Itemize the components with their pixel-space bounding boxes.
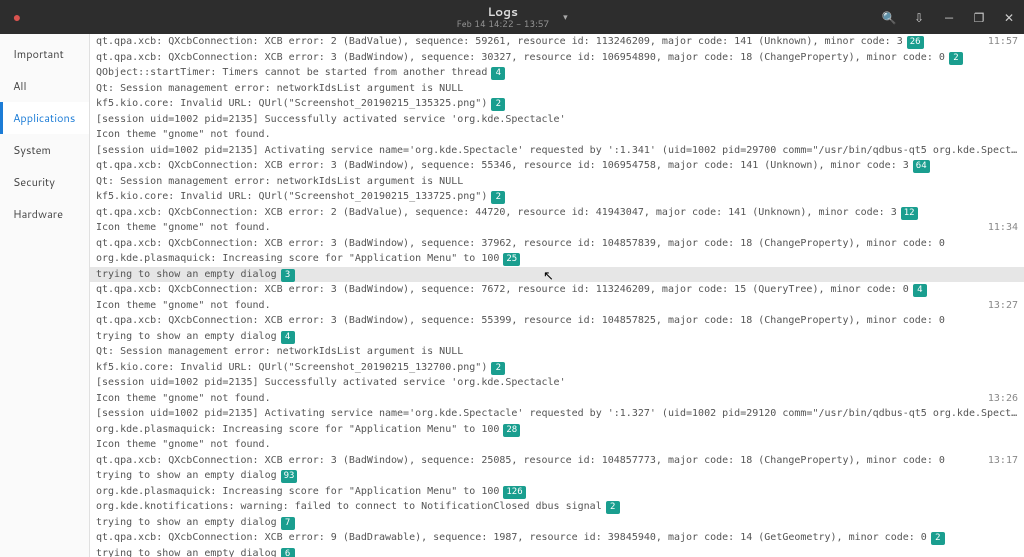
- log-line[interactable]: trying to show an empty dialog93: [90, 468, 1024, 484]
- log-line[interactable]: [session uid=1002 pid=2135] Successfully…: [90, 112, 1024, 128]
- log-line[interactable]: Icon theme "gnome" not found.: [90, 298, 1024, 314]
- count-badge: 3: [281, 269, 295, 282]
- maximize-button[interactable]: ❐: [964, 0, 994, 34]
- log-line[interactable]: trying to show an empty dialog6: [90, 546, 1024, 557]
- log-line[interactable]: Qt: Session management error: networkIds…: [90, 81, 1024, 97]
- log-line[interactable]: kf5.kio.core: Invalid URL: QUrl("Screens…: [90, 189, 1024, 205]
- count-badge: 28: [503, 424, 520, 437]
- log-line[interactable]: org.kde.plasmaquick: Increasing score fo…: [90, 251, 1024, 267]
- count-badge: 64: [913, 160, 930, 173]
- log-line[interactable]: Qt: Session management error: networkIds…: [90, 174, 1024, 190]
- count-badge: 4: [281, 331, 295, 344]
- log-line[interactable]: Icon theme "gnome" not found.: [90, 437, 1024, 453]
- timestamp-label: 11:34: [988, 220, 1018, 236]
- count-badge: 26: [907, 36, 924, 49]
- chevron-down-icon[interactable]: ▾: [563, 12, 568, 22]
- log-line[interactable]: [session uid=1002 pid=2135] Activating s…: [90, 406, 1024, 422]
- count-badge: 2: [949, 52, 963, 65]
- log-line[interactable]: qt.qpa.xcb: QXcbConnection: XCB error: 2…: [90, 205, 1024, 221]
- timestamp-label: 11:57: [988, 34, 1018, 50]
- count-badge: 2: [931, 532, 945, 545]
- count-badge: 2: [491, 362, 505, 375]
- timestamp-label: 13:17: [988, 453, 1018, 469]
- search-icon[interactable]: 🔍: [874, 0, 904, 34]
- timestamp-label: 13:26: [988, 391, 1018, 407]
- log-line[interactable]: qt.qpa.xcb: QXcbConnection: XCB error: 3…: [90, 236, 1024, 252]
- sidebar-item-all[interactable]: All: [0, 70, 89, 102]
- log-line[interactable]: Qt: Session management error: networkIds…: [90, 344, 1024, 360]
- log-line[interactable]: qt.qpa.xcb: QXcbConnection: XCB error: 3…: [90, 282, 1024, 298]
- log-line[interactable]: Icon theme "gnome" not found.: [90, 391, 1024, 407]
- log-line[interactable]: QObject::startTimer: Timers cannot be st…: [90, 65, 1024, 81]
- count-badge: 7: [281, 517, 295, 530]
- count-badge: 2: [491, 191, 505, 204]
- count-badge: 2: [606, 501, 620, 514]
- minimize-button[interactable]: —: [934, 0, 964, 34]
- sidebar-item-system[interactable]: System: [0, 134, 89, 166]
- log-line[interactable]: Icon theme "gnome" not found.: [90, 220, 1024, 236]
- count-badge: 25: [503, 253, 520, 266]
- count-badge: 2: [491, 98, 505, 111]
- log-line[interactable]: trying to show an empty dialog4: [90, 329, 1024, 345]
- save-icon[interactable]: ⇩: [904, 0, 934, 34]
- log-line[interactable]: qt.qpa.xcb: QXcbConnection: XCB error: 3…: [90, 158, 1024, 174]
- log-line[interactable]: kf5.kio.core: Invalid URL: QUrl("Screens…: [90, 360, 1024, 376]
- log-line[interactable]: trying to show an empty dialog7: [90, 515, 1024, 531]
- log-line[interactable]: org.kde.knotifications: warning: failed …: [90, 499, 1024, 515]
- count-badge: 4: [491, 67, 505, 80]
- sidebar-item-important[interactable]: Important: [0, 38, 89, 70]
- log-line[interactable]: qt.qpa.xcb: QXcbConnection: XCB error: 3…: [90, 50, 1024, 66]
- app-icon: ●: [0, 7, 34, 27]
- title-center[interactable]: Logs Feb 14 14:22 - 13:57 ▾: [456, 5, 567, 28]
- log-line[interactable]: [session uid=1002 pid=2135] Activating s…: [90, 143, 1024, 159]
- timestamp-label: 13:27: [988, 298, 1018, 314]
- sidebar-item-applications[interactable]: Applications: [0, 102, 89, 134]
- sidebar: ImportantAllApplicationsSystemSecurityHa…: [0, 34, 90, 557]
- log-line[interactable]: qt.qpa.xcb: QXcbConnection: XCB error: 3…: [90, 313, 1024, 329]
- log-line[interactable]: [session uid=1002 pid=2135] Successfully…: [90, 375, 1024, 391]
- log-line[interactable]: qt.qpa.xcb: QXcbConnection: XCB error: 3…: [90, 453, 1024, 469]
- count-badge: 126: [503, 486, 525, 499]
- log-line[interactable]: kf5.kio.core: Invalid URL: QUrl("Screens…: [90, 96, 1024, 112]
- count-badge: 93: [281, 470, 298, 483]
- count-badge: 12: [901, 207, 918, 220]
- count-badge: 4: [913, 284, 927, 297]
- log-line[interactable]: Icon theme "gnome" not found.: [90, 127, 1024, 143]
- log-line[interactable]: trying to show an empty dialog3: [90, 267, 1024, 283]
- window-subtitle: Feb 14 14:22 - 13:57: [456, 19, 549, 29]
- log-line[interactable]: org.kde.plasmaquick: Increasing score fo…: [90, 422, 1024, 438]
- sidebar-item-hardware[interactable]: Hardware: [0, 198, 89, 230]
- count-badge: 6: [281, 548, 295, 557]
- title-bar: ● Logs Feb 14 14:22 - 13:57 ▾ 🔍 ⇩ — ❐ ✕: [0, 0, 1024, 34]
- close-button[interactable]: ✕: [994, 0, 1024, 34]
- log-line[interactable]: org.kde.plasmaquick: Increasing score fo…: [90, 484, 1024, 500]
- log-line[interactable]: qt.qpa.xcb: QXcbConnection: XCB error: 9…: [90, 530, 1024, 546]
- log-line[interactable]: qt.qpa.xcb: QXcbConnection: XCB error: 2…: [90, 34, 1024, 50]
- sidebar-item-security[interactable]: Security: [0, 166, 89, 198]
- log-area[interactable]: qt.qpa.xcb: QXcbConnection: XCB error: 2…: [90, 34, 1024, 557]
